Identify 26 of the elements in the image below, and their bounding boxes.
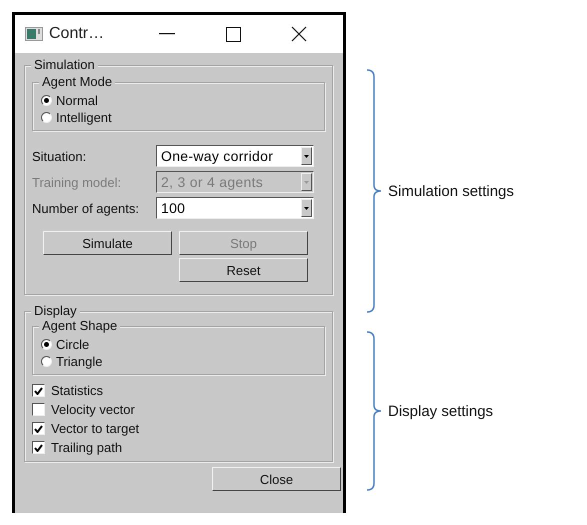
maximize-icon (226, 26, 240, 42)
annotation-label: Simulation settings (388, 182, 514, 200)
checkbox[interactable]: Vector to target (32, 419, 325, 438)
annotation-label: Display settings (388, 402, 494, 420)
field-label: Situation: (32, 148, 88, 164)
app-icon (25, 27, 43, 41)
checkbox[interactable]: Velocity vector (32, 400, 325, 419)
radio-button[interactable]: Normal (41, 92, 316, 109)
dropdown[interactable]: One-way corridor (156, 145, 314, 167)
window-title: Contr… (49, 25, 106, 43)
radio-button[interactable]: Triangle (41, 353, 316, 370)
group-label: Display (31, 303, 80, 319)
close-dialog-button[interactable]: Close (212, 467, 341, 491)
radio-button[interactable]: Circle (41, 336, 316, 353)
checkbox[interactable]: Statistics (32, 381, 325, 400)
radio-button[interactable]: Intelligent (41, 109, 316, 126)
close-icon (291, 26, 307, 42)
action-button[interactable]: Simulate (43, 231, 172, 255)
action-button[interactable]: Reset (179, 258, 308, 282)
group-label: Agent Mode (39, 74, 116, 90)
group-label: Agent Shape (39, 318, 120, 334)
dropdown[interactable]: 100 (156, 197, 314, 219)
minimize-icon (159, 33, 175, 35)
checkbox[interactable]: Trailing path (32, 438, 325, 457)
field-label: Number of agents: (32, 200, 140, 216)
field-label: Training model: (32, 174, 122, 190)
